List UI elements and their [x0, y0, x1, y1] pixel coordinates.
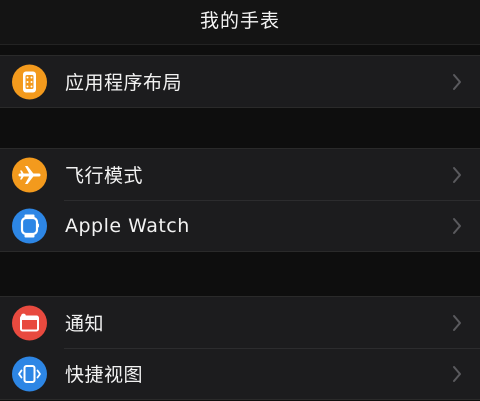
glances-icon [12, 356, 47, 391]
settings-group-notifications: 通知 快捷视图 [0, 296, 480, 400]
chevron-right-icon [453, 217, 461, 234]
airplane-icon [12, 157, 47, 192]
chevron-right-icon [453, 365, 461, 382]
chevron-right-icon [453, 73, 461, 90]
chevron-right-icon [453, 166, 461, 183]
settings-group-layout: 应用程序布局 [0, 55, 480, 108]
row-notifications[interactable]: 通知 [0, 297, 480, 348]
notification-icon [12, 305, 47, 340]
row-app-layout[interactable]: 应用程序布局 [0, 56, 480, 107]
page-title: 我的手表 [199, 9, 280, 32]
row-label-app-layout: 应用程序布局 [65, 72, 183, 94]
row-label-apple-watch: Apple Watch [65, 214, 190, 237]
settings-group-general: 飞行模式 Apple Watch [0, 148, 480, 252]
my-watch-screen: 我的手表 应用程序布局 飞行模式 Apple Watch 通知 快捷视图 [0, 0, 480, 401]
row-airplane-mode[interactable]: 飞行模式 [0, 149, 480, 200]
chevron-right-icon [453, 314, 461, 331]
row-label-airplane-mode: 飞行模式 [65, 165, 144, 187]
row-apple-watch[interactable]: Apple Watch [0, 200, 480, 251]
row-glances[interactable]: 快捷视图 [0, 348, 480, 399]
row-label-glances: 快捷视图 [65, 364, 144, 386]
row-label-notifications: 通知 [65, 313, 105, 335]
navigation-bar: 我的手表 [0, 0, 480, 45]
app-layout-icon [12, 64, 47, 99]
watch-icon [12, 208, 47, 243]
